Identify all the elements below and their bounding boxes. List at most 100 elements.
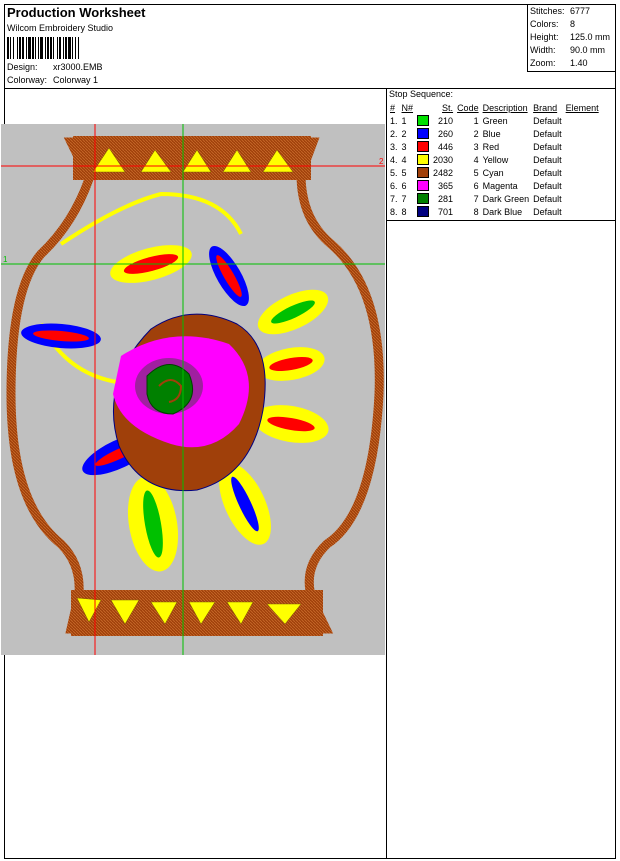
row-code: 5: [473, 167, 479, 178]
worksheet: Production Worksheet Wilcom Embroidery S…: [1, 4, 616, 859]
row-code: 2: [473, 128, 479, 139]
design-value: xr3000.EMB: [53, 62, 103, 72]
stat-zoom: Zoom: 1.40: [530, 58, 588, 68]
stop-row: 3. 3 446 3 Red Default: [388, 140, 601, 153]
page-title: Production Worksheet: [7, 5, 146, 20]
row-needle: 8: [401, 206, 407, 217]
stat-width: Width: 90.0 mm: [530, 45, 605, 55]
col-header: #: [390, 103, 396, 113]
row-stitches: 2482: [433, 167, 454, 178]
row-stitches: 446: [438, 141, 454, 152]
row-code: 1: [473, 115, 479, 126]
stats-box: Stitches: 6777 Colors: 8 Height: 125.0 mm W…: [527, 5, 616, 72]
stop-row: 4. 4 2030 4 Yellow Default: [388, 153, 601, 166]
marker-left-label: 1: [3, 255, 8, 264]
stat-stitches: Stitches: 6777: [530, 6, 590, 16]
stat-value: 1.40: [570, 58, 588, 68]
col-header: St.: [442, 103, 454, 113]
stat-height: Height: 125.0 mm: [530, 32, 610, 42]
row-swatch: [415, 192, 431, 205]
row-swatch: [415, 153, 431, 166]
row-brand: Default: [533, 180, 562, 191]
row-brand: Default: [533, 154, 562, 165]
row-description: Magenta: [482, 180, 518, 191]
colorway-line: Colorway: Colorway 1: [7, 75, 98, 85]
row-swatch: [415, 140, 431, 153]
row-brand: Default: [533, 193, 562, 204]
col-header: Brand: [533, 103, 558, 113]
stop-row: 6. 6 365 6 Magenta Default: [388, 179, 601, 192]
software-name: Wilcom Embroidery Studio: [7, 23, 114, 33]
design-label: Design:: [7, 62, 38, 72]
row-brand: Default: [533, 141, 562, 152]
row-brand: Default: [533, 206, 562, 217]
row-code: 7: [473, 193, 479, 204]
row-brand: Default: [533, 128, 562, 139]
col-header: Description: [482, 103, 528, 113]
row-swatch: [415, 127, 431, 140]
row-needle: 3: [401, 141, 407, 152]
row-index: 2.: [390, 128, 398, 139]
marker-right-label: 2: [379, 157, 384, 166]
row-index: 1.: [390, 115, 398, 126]
row-index: 8.: [390, 206, 398, 217]
stat-value: 90.0 mm: [570, 45, 606, 55]
stat-label: Height:: [530, 32, 559, 42]
row-swatch: [415, 114, 431, 127]
stop-row: 8. 8 701 8 Dark Blue Default: [388, 205, 601, 218]
stat-value: 125.0 mm: [570, 32, 611, 42]
row-index: 4.: [390, 154, 398, 165]
col-header: [415, 102, 431, 114]
row-brand: Default: [533, 115, 562, 126]
stop-sequence-title: Stop Sequence:: [389, 89, 454, 99]
row-needle: 7: [401, 193, 407, 204]
row-needle: 6: [401, 180, 407, 191]
col-header: Element: [565, 103, 599, 113]
color-swatch: [417, 128, 430, 140]
stat-value: 6777: [570, 6, 591, 16]
color-swatch: [417, 167, 430, 179]
col-header: N#: [401, 103, 414, 113]
row-element: [564, 192, 601, 205]
colorway-value: Colorway 1: [53, 75, 99, 85]
row-description: Green: [482, 115, 508, 126]
row-brand: Default: [533, 167, 562, 178]
stop-row: 1. 1 210 1 Green Default: [388, 114, 601, 127]
row-index: 5.: [390, 167, 398, 178]
design-line: Design: xr3000.EMB: [7, 62, 103, 72]
color-swatch: [417, 115, 430, 127]
row-swatch: [415, 166, 431, 179]
row-stitches: 2030: [433, 154, 454, 165]
row-needle: 2: [401, 128, 407, 139]
row-stitches: 210: [438, 115, 454, 126]
row-element: [564, 179, 601, 192]
stat-colors: Colors: 8: [530, 19, 575, 29]
table-header-row: # N# St. Code Description Brand Element: [388, 102, 601, 114]
row-code: 3: [473, 141, 479, 152]
color-swatch: [417, 141, 430, 153]
row-element: [564, 205, 601, 218]
row-description: Red: [482, 141, 500, 152]
color-swatch: [417, 193, 430, 205]
row-description: Cyan: [482, 167, 504, 178]
row-code: 6: [473, 180, 479, 191]
color-swatch: [417, 180, 430, 192]
row-description: Dark Green: [482, 193, 530, 204]
stat-label: Stitches:: [530, 6, 565, 16]
row-stitches: 701: [438, 206, 454, 217]
row-swatch: [415, 179, 431, 192]
stop-row: 5. 5 2482 5 Cyan Default: [388, 166, 601, 179]
stop-row: 7. 7 281 7 Dark Green Default: [388, 192, 601, 205]
design-preview: 2 1: [1, 124, 385, 655]
row-stitches: 365: [438, 180, 454, 191]
row-swatch: [415, 205, 431, 218]
row-index: 3.: [390, 141, 398, 152]
stop-row: 2. 2 260 2 Blue Default: [388, 127, 601, 140]
embroidery-design-image: 2 1: [1, 124, 385, 655]
row-needle: 4: [401, 154, 407, 165]
col-header: Code: [457, 103, 479, 113]
row-stitches: 281: [438, 193, 454, 204]
row-element: [564, 166, 601, 179]
stat-value: 8: [570, 19, 576, 29]
row-index: 7.: [390, 193, 398, 204]
